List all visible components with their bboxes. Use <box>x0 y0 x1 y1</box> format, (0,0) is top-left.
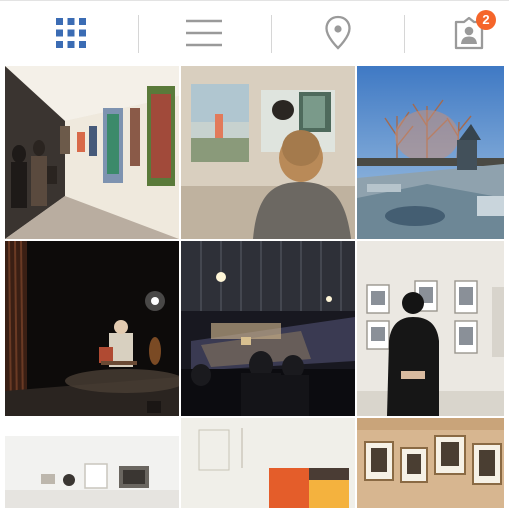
framed-photos-wall-photo <box>357 418 504 508</box>
gallery-corridor-photo <box>5 66 179 239</box>
photo-tile[interactable] <box>357 418 504 508</box>
photo-tile[interactable] <box>357 241 504 416</box>
location-pin-icon <box>325 15 351 50</box>
photo-tile[interactable] <box>181 241 355 416</box>
woman-viewing-paintings-photo <box>181 66 355 239</box>
tab-list[interactable] <box>159 1 249 65</box>
minimal-artwork-photo <box>181 418 355 508</box>
list-icon <box>186 19 222 47</box>
performer-on-stage-photo <box>5 241 179 416</box>
profile-view-tabs: 2 <box>0 0 509 65</box>
man-viewing-framed-prints-photo <box>357 241 504 416</box>
photo-tile[interactable] <box>5 418 179 508</box>
grid-icon <box>56 18 86 48</box>
photo-tile[interactable] <box>5 241 179 416</box>
tab-divider <box>138 15 139 53</box>
tab-divider <box>404 15 405 53</box>
tab-grid[interactable] <box>26 1 116 65</box>
tab-tagged[interactable]: 2 <box>424 1 509 65</box>
photo-tile[interactable] <box>5 66 179 239</box>
photo-tile[interactable] <box>181 66 355 239</box>
tab-places[interactable] <box>293 1 383 65</box>
white-room-frames-photo <box>5 418 179 508</box>
notification-badge: 2 <box>476 10 496 30</box>
photo-tile[interactable] <box>357 66 504 239</box>
photo-tile[interactable] <box>181 418 355 508</box>
plaza-fountain-sunset-photo <box>357 66 504 239</box>
photo-grid <box>5 66 504 508</box>
audience-concert-stage-photo <box>181 241 355 416</box>
tab-divider <box>271 15 272 53</box>
